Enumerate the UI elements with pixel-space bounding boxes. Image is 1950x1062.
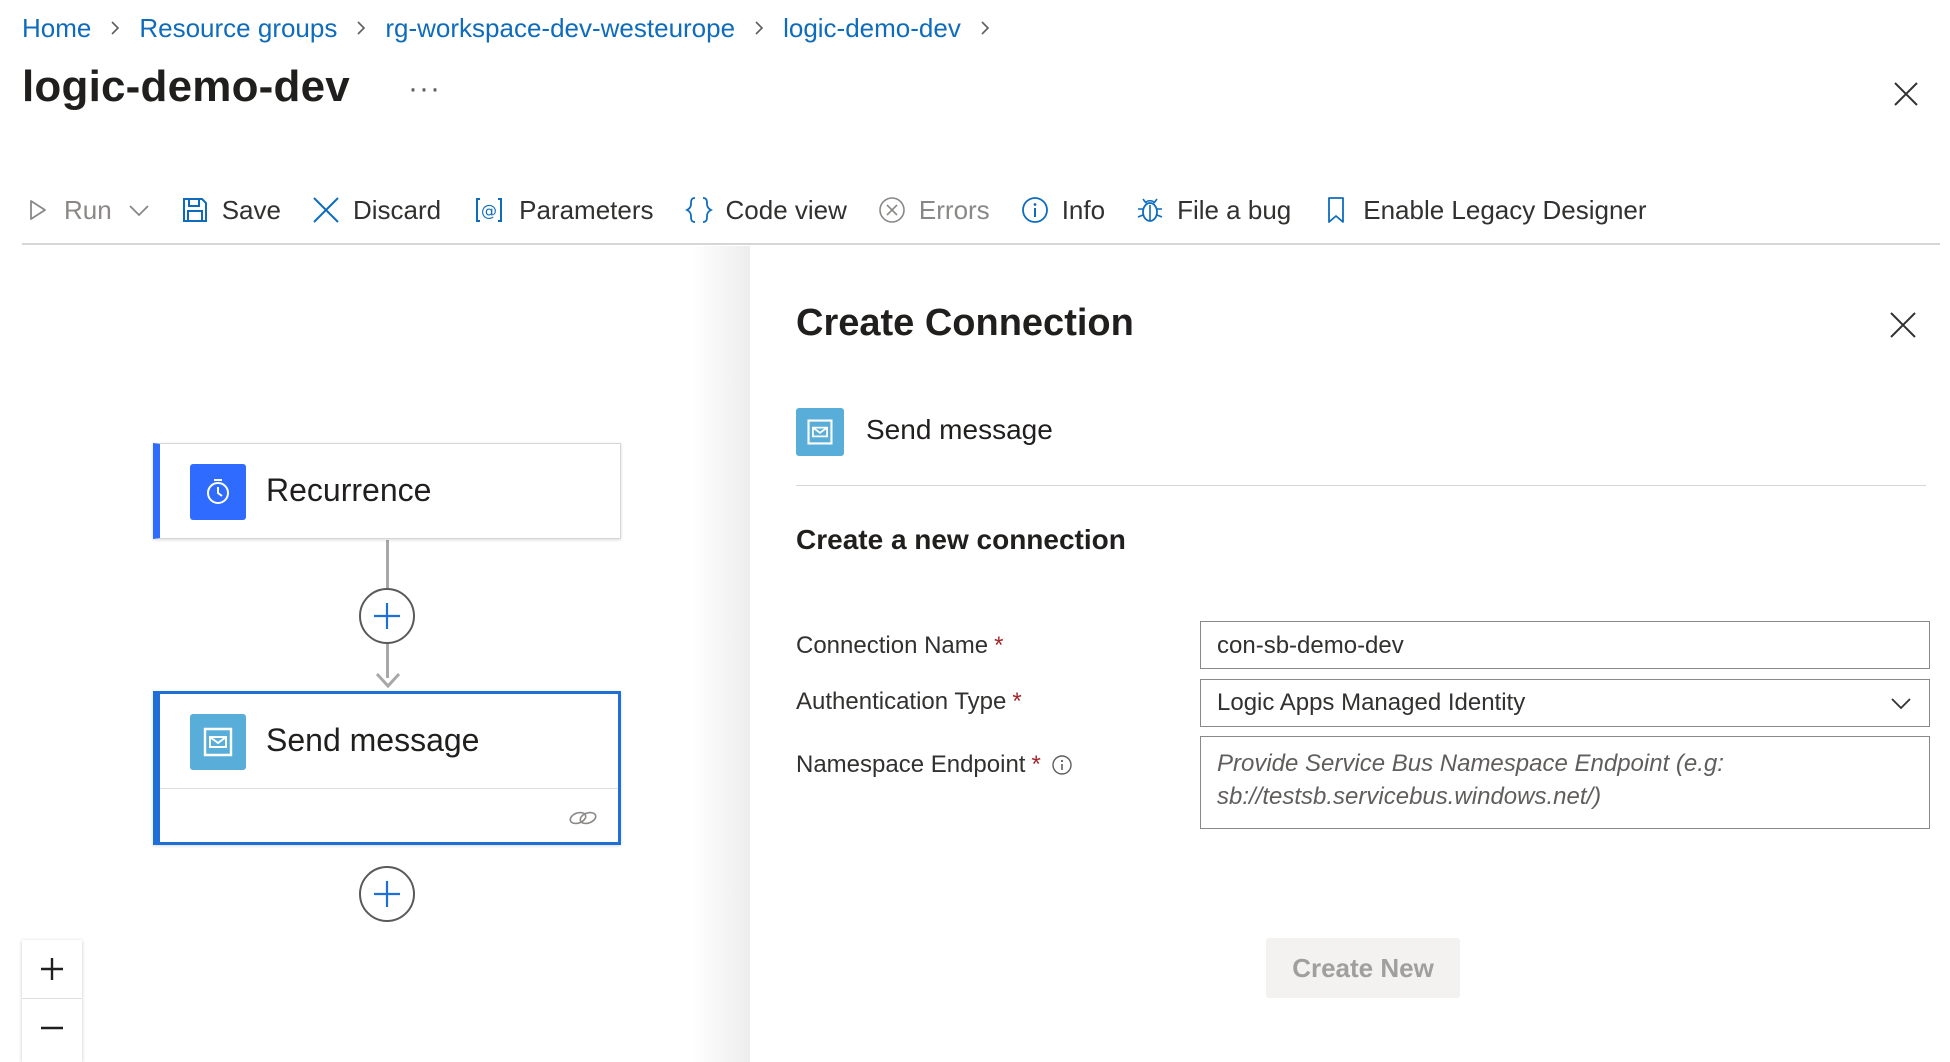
connection-name-label: Connection Name *: [796, 632, 1003, 660]
close-icon[interactable]: [1888, 310, 1918, 340]
bug-icon: [1137, 198, 1163, 222]
info-icon: [1021, 197, 1048, 223]
required-mark: *: [1031, 751, 1041, 778]
connector-line: [386, 540, 389, 588]
code-view-button[interactable]: Code view: [684, 182, 847, 238]
code-view-label: Code view: [725, 194, 847, 225]
auth-type-label-text: Authentication Type: [796, 688, 1007, 715]
breadcrumb-home[interactable]: Home: [22, 13, 91, 44]
zoom-out-button[interactable]: [22, 999, 82, 1057]
namespace-endpoint-textarea[interactable]: Provide Service Bus Namespace Endpoint (…: [1200, 736, 1930, 829]
save-label: Save: [221, 194, 281, 225]
plus-icon: [374, 603, 400, 629]
operation-name: Send message: [866, 414, 1053, 445]
namespace-endpoint-label-text: Namespace Endpoint: [796, 751, 1026, 778]
breadcrumb-resource-groups[interactable]: Resource groups: [139, 13, 337, 44]
parameters-label: Parameters: [519, 194, 654, 225]
chevron-right-icon: [357, 21, 366, 35]
panel-shadow: [690, 246, 750, 1062]
discard-icon: [313, 197, 339, 223]
minus-icon: [41, 1026, 63, 1030]
discard-label: Discard: [352, 194, 442, 225]
create-new-button[interactable]: Create New: [1266, 938, 1460, 998]
parameters-icon: @: [476, 198, 503, 222]
send-message-action-card[interactable]: Send message: [153, 691, 621, 845]
designer-toolbar: Run Save Discard @ Parameters Code view …: [22, 182, 1950, 238]
chevron-right-icon: [981, 21, 989, 35]
errors-button[interactable]: Errors: [877, 182, 990, 238]
more-options-button[interactable]: ···: [408, 72, 441, 106]
code-braces-icon: [684, 197, 713, 223]
zoom-controls: [22, 940, 82, 1062]
panel-title: Create Connection: [796, 302, 1134, 344]
connection-name-input[interactable]: con-sb-demo-dev: [1200, 621, 1930, 669]
file-bug-label: File a bug: [1177, 194, 1292, 225]
service-bus-icon: [190, 714, 246, 770]
designer-canvas[interactable]: [0, 246, 748, 1062]
parameters-button[interactable]: @ Parameters: [471, 182, 654, 238]
enable-legacy-designer-button[interactable]: Enable Legacy Designer: [1321, 182, 1647, 238]
run-label: Run: [64, 194, 112, 225]
recurrence-title: Recurrence: [266, 472, 432, 508]
panel-divider: [796, 485, 1926, 486]
save-icon: [182, 198, 207, 222]
service-bus-icon: [796, 408, 844, 456]
card-divider: [160, 788, 618, 789]
send-message-title: Send message: [266, 722, 480, 758]
recurrence-trigger-card[interactable]: Recurrence: [153, 443, 621, 539]
svg-text:@: @: [481, 201, 497, 220]
add-step-button[interactable]: [359, 588, 415, 644]
page-title: logic-demo-dev: [22, 62, 350, 111]
errors-label: Errors: [918, 194, 990, 225]
play-icon: [30, 200, 46, 220]
toolbar-divider: [22, 243, 1940, 245]
file-bug-button[interactable]: File a bug: [1135, 182, 1291, 238]
legacy-designer-label: Enable Legacy Designer: [1363, 194, 1647, 225]
close-icon[interactable]: [1890, 78, 1922, 110]
chevron-down-icon: [129, 205, 149, 217]
info-icon[interactable]: [1051, 754, 1073, 776]
chevron-right-icon: [111, 21, 120, 35]
chevron-down-icon: [1891, 698, 1911, 710]
breadcrumb: Home Resource groups rg-workspace-dev-we…: [22, 10, 1009, 46]
breadcrumb-logic-app[interactable]: logic-demo-dev: [783, 13, 961, 44]
plus-icon: [41, 958, 63, 980]
run-button[interactable]: Run: [22, 182, 152, 238]
authentication-type-select[interactable]: Logic Apps Managed Identity: [1200, 679, 1930, 727]
namespace-endpoint-label: Namespace Endpoint *: [796, 751, 1073, 779]
plus-icon: [374, 881, 400, 907]
bookmark-icon: [1328, 197, 1345, 223]
clock-icon: [190, 464, 246, 520]
error-circle-icon: [879, 197, 905, 223]
save-button[interactable]: Save: [180, 182, 281, 238]
zoom-in-button[interactable]: [22, 940, 82, 998]
breadcrumb-resource-group[interactable]: rg-workspace-dev-westeurope: [385, 13, 735, 44]
arrow-down-icon: [375, 672, 401, 689]
panel-subtitle: Create a new connection: [796, 524, 1126, 555]
discard-button[interactable]: Discard: [311, 182, 441, 238]
authentication-type-value: Logic Apps Managed Identity: [1217, 689, 1526, 716]
required-mark: *: [1012, 688, 1022, 715]
required-mark: *: [994, 632, 1004, 659]
connection-link-icon[interactable]: [568, 806, 598, 830]
connection-name-label-text: Connection Name: [796, 632, 989, 659]
chevron-right-icon: [755, 21, 764, 35]
info-button[interactable]: Info: [1020, 182, 1105, 238]
auth-type-label: Authentication Type *: [796, 688, 1022, 716]
add-step-button[interactable]: [359, 866, 415, 922]
info-label: Info: [1061, 194, 1106, 225]
